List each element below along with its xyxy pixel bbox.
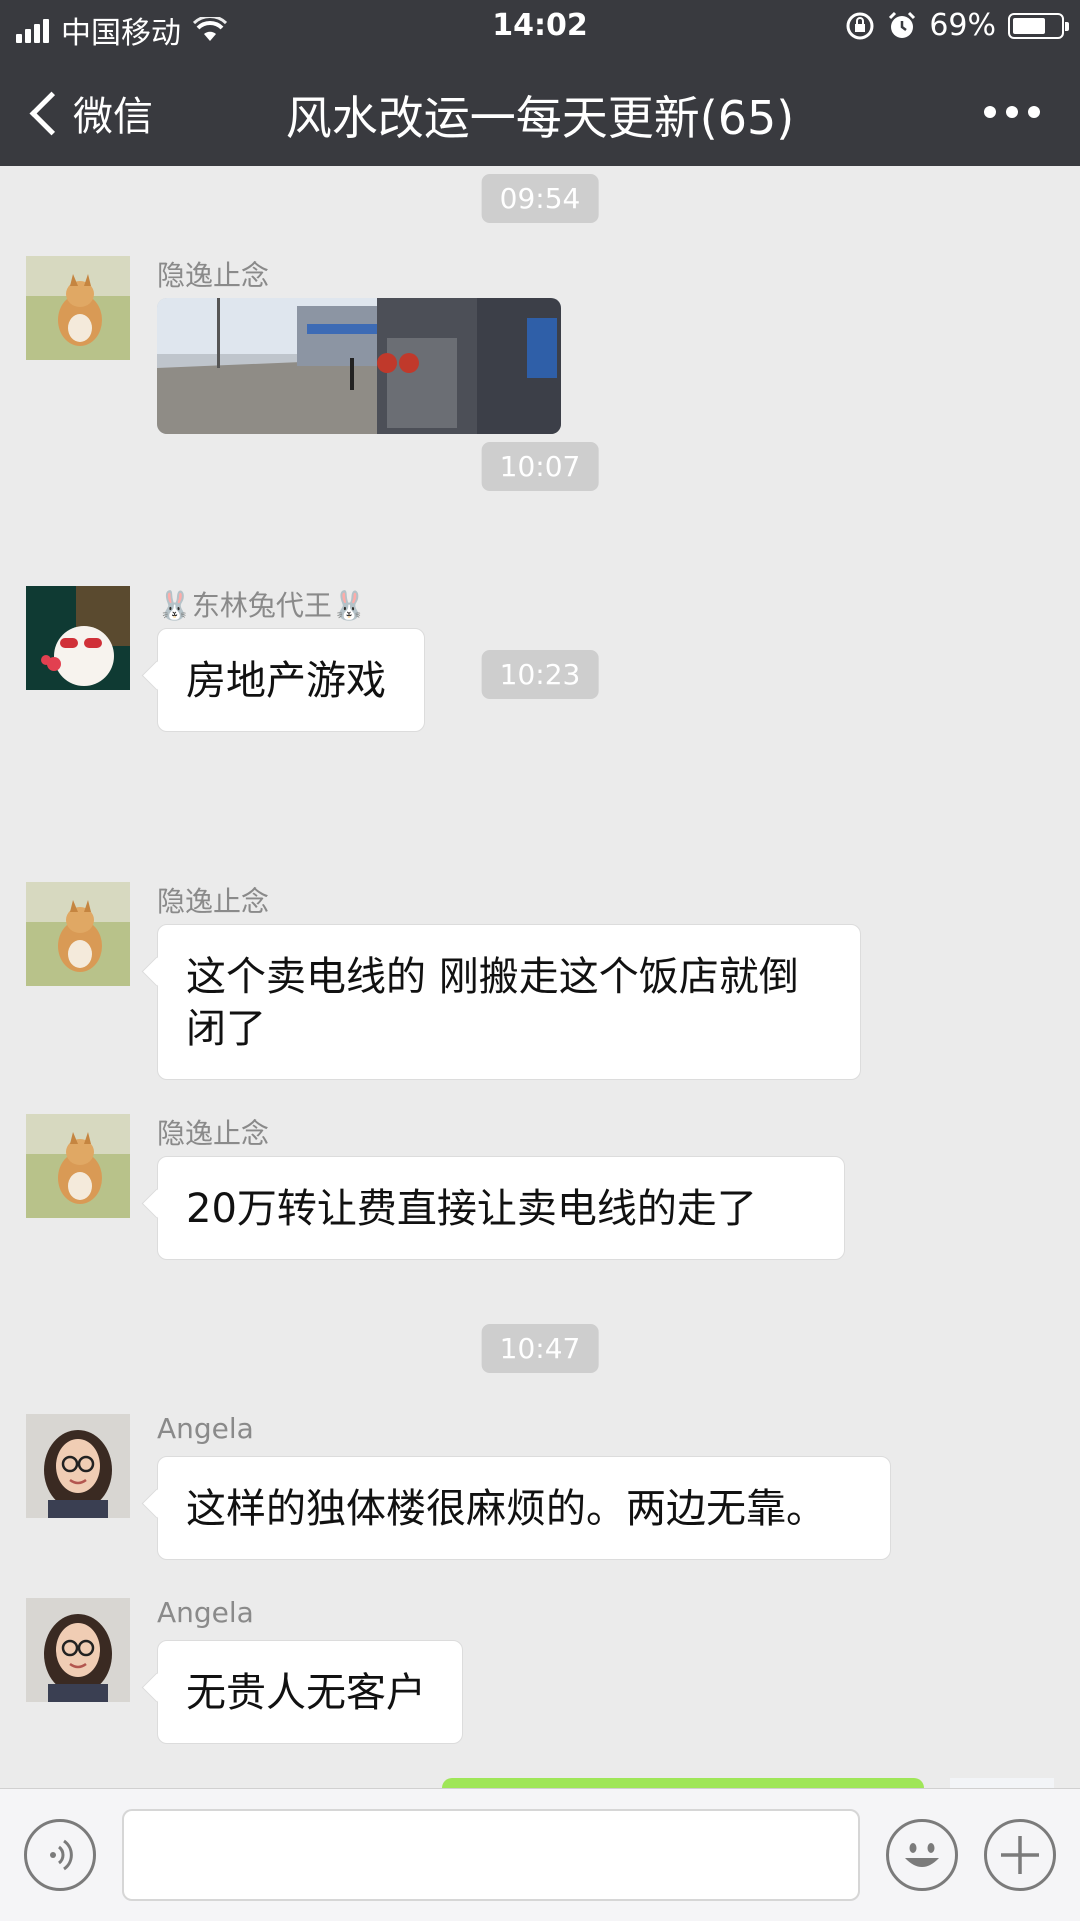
- avatar[interactable]: [26, 256, 130, 360]
- image-message[interactable]: [157, 298, 561, 434]
- battery-icon: [1008, 12, 1069, 39]
- more-options-icon[interactable]: [984, 106, 1040, 118]
- sender-name: 隐逸止念: [157, 259, 270, 292]
- input-bar: [0, 1788, 1080, 1921]
- sender-name: Angela: [157, 1596, 254, 1629]
- emoji-icon: [905, 1843, 939, 1867]
- sender-name: 隐逸止念: [157, 1117, 270, 1150]
- message-bubble[interactable]: 这个卖电线的 刚搬走这个饭店就倒闭了: [157, 924, 861, 1080]
- emoji-button[interactable]: [886, 1819, 958, 1891]
- message-text: 20万转让费直接让卖电线的走了: [186, 1186, 757, 1232]
- message-bubble[interactable]: 20万转让费直接让卖电线的走了: [157, 1156, 845, 1260]
- message-bubble[interactable]: 无贵人无客户: [157, 1640, 463, 1744]
- outgoing-bubble[interactable]: [442, 1778, 924, 1788]
- nav-bar: 微信 风水改运一每天更新(65): [0, 56, 1080, 166]
- voice-icon: [50, 1839, 73, 1871]
- avatar[interactable]: [26, 882, 130, 986]
- timestamp: 10:23: [481, 650, 599, 699]
- voice-button[interactable]: [24, 1819, 96, 1891]
- avatar[interactable]: [26, 586, 130, 690]
- my-avatar[interactable]: [950, 1778, 1054, 1788]
- rotation-lock-icon: [846, 12, 874, 39]
- timestamp: 10:47: [481, 1324, 599, 1373]
- plus-icon: [1001, 1836, 1039, 1874]
- message-text: 无贵人无客户: [186, 1670, 426, 1716]
- message-bubble[interactable]: 这样的独体楼很麻烦的。两边无靠。: [157, 1456, 891, 1560]
- message-bubble[interactable]: 房地产游戏: [157, 628, 425, 732]
- timestamp: 09:54: [481, 174, 599, 223]
- sender-name: 🐰东林兔代王🐰: [157, 589, 367, 622]
- message-input[interactable]: [122, 1809, 860, 1901]
- plus-button[interactable]: [984, 1819, 1056, 1891]
- avatar[interactable]: [26, 1598, 130, 1702]
- message-text: 这样的独体楼很麻烦的。两边无靠。: [186, 1486, 826, 1532]
- avatar[interactable]: [26, 1114, 130, 1218]
- message-text: 房地产游戏: [186, 658, 386, 704]
- alarm-icon: [889, 11, 916, 38]
- status-bar: 中国移动 14:02 69%: [0, 0, 1080, 56]
- chat-title: 风水改运一每天更新(65): [285, 91, 795, 145]
- timestamp: 10:07: [481, 442, 599, 491]
- sender-name: Angela: [157, 1412, 254, 1445]
- chat-area[interactable]: 09:54 隐逸止念 10:07 🐰东林兔代王🐰 房地产游戏 10:23 隐逸止…: [0, 166, 1080, 1788]
- message-text: 这个卖电线的 刚搬走这个饭店就倒闭了: [186, 954, 799, 1052]
- sender-name: 隐逸止念: [157, 885, 270, 918]
- avatar[interactable]: [26, 1414, 130, 1518]
- battery-percent: 69%: [929, 8, 996, 43]
